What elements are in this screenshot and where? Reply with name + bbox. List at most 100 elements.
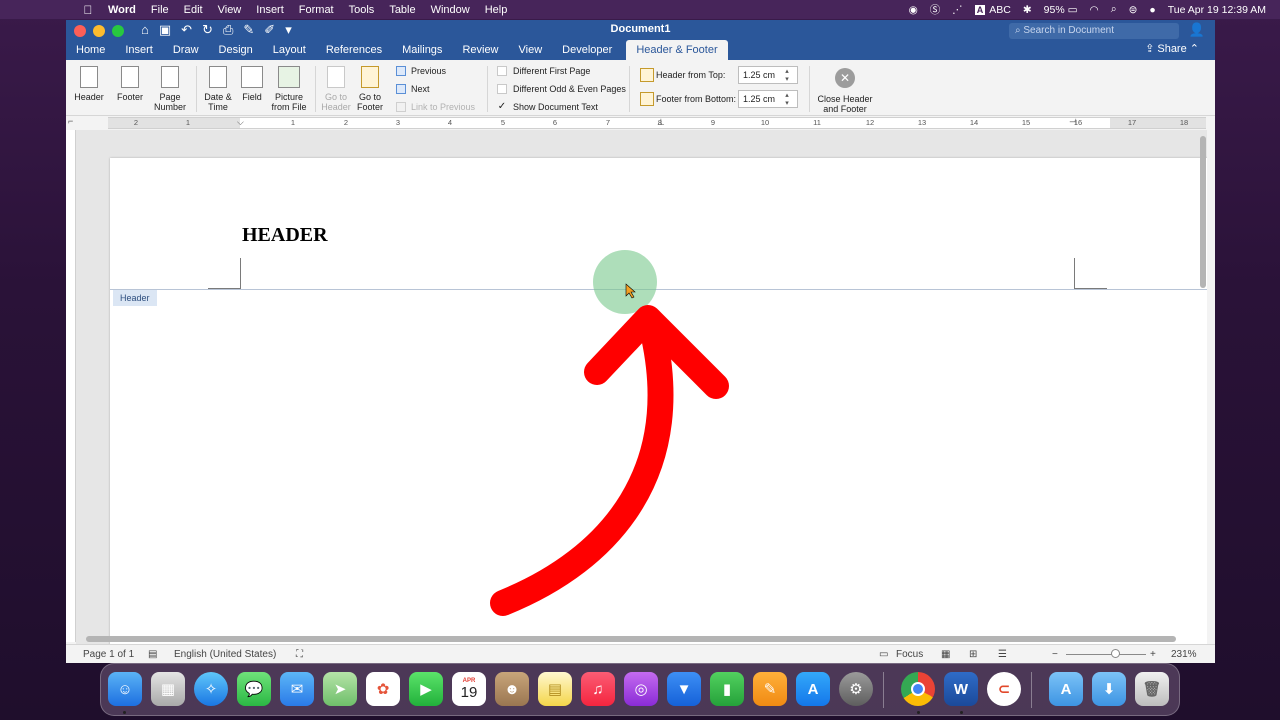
maps-icon[interactable]: ➤ — [323, 672, 357, 706]
skype-icon[interactable]: Ⓢ — [930, 2, 941, 17]
tab-draw[interactable]: Draw — [163, 40, 209, 60]
recorder-app-icon[interactable]: ⊂ — [987, 672, 1021, 706]
menu-help[interactable]: Help — [485, 4, 508, 16]
menu-file[interactable]: File — [151, 4, 169, 16]
menu-edit[interactable]: Edit — [184, 4, 203, 16]
footer-from-bottom-input[interactable]: 1.25 cm — [738, 90, 798, 108]
indent-marker-icon[interactable]: ⌵ — [237, 117, 244, 128]
menu-app-name[interactable]: Word — [108, 4, 136, 16]
launchpad-icon[interactable]: ▦ — [151, 672, 185, 706]
tab-design[interactable]: Design — [209, 40, 263, 60]
tab-home[interactable]: Home — [66, 40, 115, 60]
horizontal-scroll-thumb[interactable] — [86, 636, 1176, 642]
accessibility-icon[interactable]: ⛶ — [296, 649, 303, 660]
field-button[interactable]: Field — [238, 66, 266, 102]
photos-icon[interactable]: ✿ — [366, 672, 400, 706]
account-icon[interactable]: 👤 — [1189, 22, 1205, 38]
page-count[interactable]: Page 1 of 1 — [83, 649, 134, 660]
word-icon[interactable]: W — [944, 672, 978, 706]
input-source-icon[interactable]: A ABC — [974, 4, 1011, 16]
messages-icon[interactable]: 💬 — [237, 672, 271, 706]
apple-icon[interactable]:  — [80, 3, 96, 17]
focus-label[interactable]: Focus — [896, 649, 923, 660]
podcasts-icon[interactable]: ◎ — [624, 672, 658, 706]
page-number-button[interactable]: Page Number — [154, 66, 186, 112]
record-icon[interactable]: ◉ — [909, 4, 918, 16]
focus-icon[interactable]: ▭ — [879, 649, 888, 660]
dots-icon[interactable]: ⋰ — [952, 4, 963, 16]
zoom-level[interactable]: 231% — [1171, 649, 1197, 660]
numbers-icon[interactable]: ▮ — [710, 672, 744, 706]
vertical-scrollbar[interactable] — [1199, 130, 1207, 644]
date-time-button[interactable]: Date & Time — [202, 66, 234, 112]
right-tab-icon[interactable]: ⊣ — [1069, 117, 1077, 128]
header-button[interactable]: Header — [74, 66, 104, 102]
language-status[interactable]: English (United States) — [174, 649, 276, 660]
menu-format[interactable]: Format — [299, 4, 334, 16]
tab-header-footer[interactable]: Header & Footer — [626, 40, 728, 60]
zoom-in-icon[interactable]: + — [1150, 649, 1156, 660]
close-header-footer-button[interactable]: ✕ Close Header and Footer — [815, 66, 875, 114]
web-layout-icon[interactable]: ⊞ — [969, 649, 977, 660]
bluetooth-icon[interactable]: ✱ — [1023, 4, 1032, 16]
calendar-icon[interactable]: APR 19 — [452, 672, 486, 706]
tab-layout[interactable]: Layout — [263, 40, 316, 60]
zoom-slider-knob[interactable] — [1111, 649, 1120, 658]
search-document-input[interactable]: ⌕ Search in Document — [1009, 23, 1179, 39]
vertical-ruler[interactable] — [66, 130, 76, 642]
footer-button[interactable]: Footer — [115, 66, 145, 102]
outline-view-icon[interactable]: ☰ — [998, 649, 1007, 660]
applications-folder-icon[interactable]: A — [1049, 672, 1083, 706]
tab-references[interactable]: References — [316, 40, 392, 60]
tab-stop-icon[interactable]: ⌐ — [68, 116, 73, 126]
go-to-footer-button[interactable]: Go to Footer — [354, 66, 386, 112]
next-section-button[interactable]: Next — [396, 84, 430, 94]
music-icon[interactable]: ♫ — [581, 672, 615, 706]
header-from-top-input[interactable]: 1.25 cm — [738, 66, 798, 84]
tab-view[interactable]: View — [509, 40, 553, 60]
tab-mailings[interactable]: Mailings — [392, 40, 452, 60]
safari-icon[interactable]: ✧ — [194, 672, 228, 706]
proofing-icon[interactable]: ▤ — [148, 649, 157, 660]
zoom-out-icon[interactable]: − — [1052, 649, 1058, 660]
horizontal-ruler[interactable]: 2 1 1 2 3 4 5 6 7 8 9 10 11 12 13 14 15 … — [108, 117, 1206, 129]
horizontal-scrollbar[interactable] — [76, 634, 1207, 644]
tab-review[interactable]: Review — [452, 40, 508, 60]
pages-icon[interactable]: ✎ — [753, 672, 787, 706]
document-canvas[interactable]: HEADER Header — [76, 130, 1207, 644]
siri-icon[interactable]: ● — [1149, 4, 1155, 16]
link-to-previous-button[interactable]: Link to Previous — [396, 102, 475, 112]
trash-icon[interactable]: 🗑 — [1135, 672, 1169, 706]
menu-table[interactable]: Table — [389, 4, 415, 16]
different-first-page-checkbox[interactable]: Different First Page — [497, 66, 590, 76]
finder-icon[interactable]: ☺ — [108, 672, 142, 706]
header-content-text[interactable]: HEADER — [242, 224, 328, 247]
menu-tools[interactable]: Tools — [349, 4, 375, 16]
vertical-scroll-thumb[interactable] — [1200, 136, 1206, 288]
print-layout-icon[interactable]: ▦ — [941, 649, 950, 660]
tab-developer[interactable]: Developer — [552, 40, 622, 60]
battery-status[interactable]: 95% ▭ — [1044, 4, 1078, 16]
spotlight-icon[interactable]: ⌕ — [1111, 3, 1117, 16]
wifi-icon[interactable]: ◠ — [1090, 4, 1099, 16]
menu-view[interactable]: View — [218, 4, 242, 16]
share-button[interactable]: ⇪ Share ⌃ — [1145, 42, 1199, 55]
app-store-icon[interactable]: A — [796, 672, 830, 706]
zoom-slider[interactable] — [1066, 654, 1146, 655]
show-document-text-checkbox[interactable]: ✓ Show Document Text — [497, 102, 598, 113]
go-to-header-button[interactable]: Go to Header — [320, 66, 352, 112]
contacts-icon[interactable]: ☻ — [495, 672, 529, 706]
previous-section-button[interactable]: Previous — [396, 66, 446, 76]
menu-window[interactable]: Window — [431, 4, 470, 16]
tab-insert[interactable]: Insert — [115, 40, 163, 60]
mail-icon[interactable]: ✉ — [280, 672, 314, 706]
picture-from-file-button[interactable]: Picture from File — [269, 66, 309, 112]
control-center-icon[interactable]: ⊜ — [1129, 4, 1138, 16]
menu-insert[interactable]: Insert — [256, 4, 284, 16]
facetime-icon[interactable]: ▶ — [409, 672, 443, 706]
keynote-icon[interactable]: ▼ — [667, 672, 701, 706]
downloads-folder-icon[interactable]: ⬇ — [1092, 672, 1126, 706]
notes-icon[interactable]: ▤ — [538, 672, 572, 706]
document-page[interactable]: HEADER Header — [110, 158, 1207, 644]
menubar-clock[interactable]: Tue Apr 19 12:39 AM — [1168, 4, 1266, 16]
